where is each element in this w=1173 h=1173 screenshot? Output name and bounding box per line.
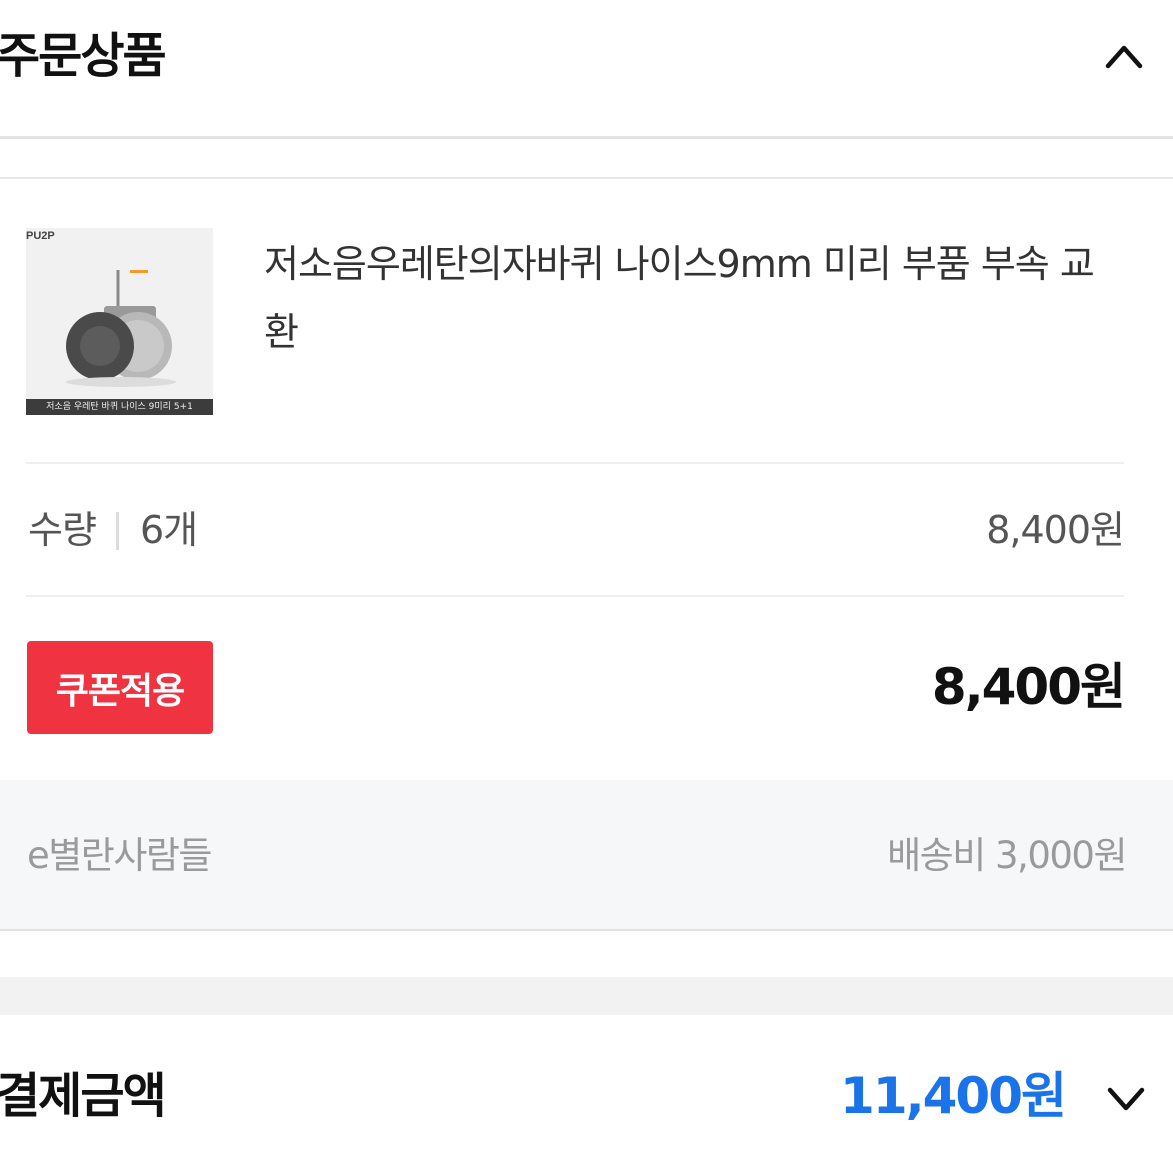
quantity-separator xyxy=(116,512,119,550)
spacer xyxy=(0,139,1173,177)
quantity-divider xyxy=(26,595,1124,597)
order-items-header[interactable] xyxy=(0,0,1173,136)
chevron-up-icon[interactable] xyxy=(1104,36,1144,76)
quantity-value: 6개 xyxy=(140,508,198,552)
chevron-down-icon[interactable] xyxy=(1106,1078,1146,1118)
item-price: 8,400원 xyxy=(986,508,1125,552)
product-thumbnail[interactable]: PU2P 저소음 우레탄 바퀴 나이스 9미리 5+1 xyxy=(26,228,213,415)
discounted-total: 8,400원 xyxy=(931,658,1126,716)
quantity-label: 수량 xyxy=(28,508,97,552)
spacer xyxy=(0,931,1173,977)
order-items-title: 주문상품 xyxy=(0,28,167,84)
shipping-fee: 배송비 3,000원 xyxy=(887,834,1127,877)
product-name[interactable]: 저소음우레탄의자바퀴 나이스9mm 미리 부품 부속 교환 xyxy=(264,230,1124,366)
payment-amount-title[interactable]: 결제금액 xyxy=(0,1064,167,1128)
seller-name[interactable]: e별란사람들 xyxy=(27,832,212,880)
apply-coupon-button[interactable]: 쿠폰적용 xyxy=(27,641,213,734)
thumbnail-caption: 저소음 우레탄 바퀴 나이스 9미리 5+1 xyxy=(26,399,213,415)
caster-wheel-image xyxy=(66,270,176,387)
payment-amount-value: 11,400원 xyxy=(840,1067,1067,1125)
section-divider xyxy=(0,177,1173,179)
section-separator-band xyxy=(0,977,1173,1015)
product-divider xyxy=(26,462,1124,464)
